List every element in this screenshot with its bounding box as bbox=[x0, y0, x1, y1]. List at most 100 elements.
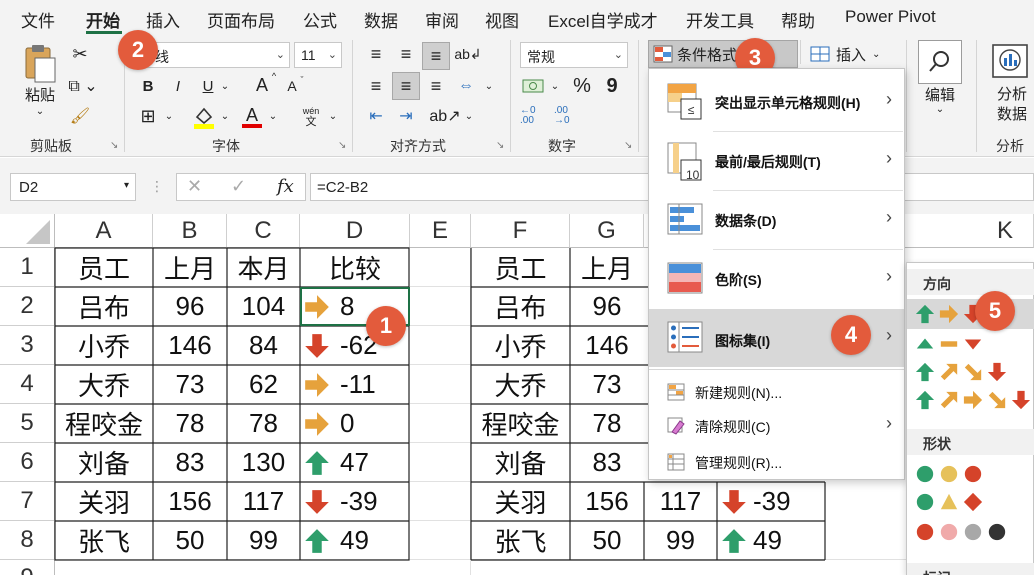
comma-button[interactable]: 9 bbox=[602, 72, 622, 100]
table-cell[interactable]: 49 bbox=[300, 521, 410, 560]
icon-set-4-arrows[interactable] bbox=[915, 359, 1007, 385]
borders-dropdown-icon[interactable]: ⌄ bbox=[162, 104, 176, 128]
underline-dropdown-icon[interactable]: ⌄ bbox=[218, 74, 232, 98]
font-name-combo[interactable]: 线 ⌄ bbox=[136, 42, 290, 68]
table-cell[interactable]: 73 bbox=[153, 365, 227, 404]
font-color-dropdown-icon[interactable]: ⌄ bbox=[266, 104, 280, 128]
drag-handle-icon[interactable]: ⋮ bbox=[150, 178, 164, 195]
align-left-icon[interactable]: ≡ bbox=[364, 74, 388, 98]
table-cell[interactable]: -39 bbox=[300, 482, 410, 521]
table-cell[interactable]: 吕布 bbox=[471, 287, 570, 326]
table-cell[interactable]: 50 bbox=[570, 521, 644, 560]
table-cell[interactable]: 146 bbox=[153, 326, 227, 365]
borders-icon[interactable]: ⊞ bbox=[136, 104, 160, 128]
menu-item-data-bars[interactable]: 数据条(D) › bbox=[649, 191, 904, 249]
edit-button[interactable]: 编辑 bbox=[918, 84, 962, 104]
copy-icon[interactable]: ⧉ ⌄ bbox=[68, 74, 98, 98]
table-cell[interactable]: 小乔 bbox=[55, 326, 153, 365]
table-cell[interactable]: 78 bbox=[227, 404, 300, 443]
tab-file[interactable]: 文件 bbox=[21, 7, 55, 32]
table-cell[interactable]: 99 bbox=[644, 521, 717, 560]
align-bottom-icon[interactable]: ≡ bbox=[422, 42, 450, 70]
table-cell[interactable]: 156 bbox=[153, 482, 227, 521]
table-cell[interactable]: 刘备 bbox=[55, 443, 153, 482]
tab-power-pivot[interactable]: Power Pivot bbox=[845, 7, 936, 27]
table-cell[interactable]: 程咬金 bbox=[471, 404, 570, 443]
font-color-icon[interactable]: A bbox=[240, 104, 264, 130]
tab-help[interactable]: 帮助 bbox=[781, 7, 815, 32]
search-icon[interactable] bbox=[918, 40, 962, 84]
font-launcher-icon[interactable]: ↘ bbox=[338, 140, 346, 151]
fill-color-icon[interactable] bbox=[192, 104, 216, 130]
icon-set-3-signs[interactable] bbox=[915, 489, 983, 515]
format-painter-icon[interactable]: 🖌 bbox=[68, 104, 92, 128]
table-cell[interactable]: 78 bbox=[153, 404, 227, 443]
table-cell[interactable]: 156 bbox=[570, 482, 644, 521]
alignment-launcher-icon[interactable]: ↘ bbox=[496, 140, 504, 151]
decrease-indent-icon[interactable]: ⇤ bbox=[364, 104, 388, 128]
font-size-combo[interactable]: 11 ⌄ bbox=[294, 42, 342, 68]
table-cell[interactable]: 47 bbox=[300, 443, 410, 482]
percent-button[interactable]: % bbox=[570, 72, 594, 100]
table-cell[interactable]: 49 bbox=[717, 521, 825, 560]
orientation-icon[interactable]: ab↗ bbox=[429, 104, 460, 128]
tab-page-layout[interactable]: 页面布局 bbox=[207, 7, 275, 32]
tab-view[interactable]: 视图 bbox=[485, 7, 519, 32]
italic-button[interactable]: I bbox=[168, 74, 188, 98]
currency-dropdown-icon[interactable]: ⌄ bbox=[548, 74, 562, 98]
analyze-data-icon[interactable] bbox=[988, 40, 1032, 84]
underline-button[interactable]: U bbox=[198, 74, 218, 98]
paste-dropdown-icon[interactable]: ⌄ bbox=[32, 104, 48, 118]
number-format-combo[interactable]: 常规 ⌄ bbox=[520, 42, 628, 68]
menu-item-top-bottom-rules[interactable]: 10 最前/最后规则(T) › bbox=[649, 132, 904, 190]
table-cell[interactable]: 117 bbox=[227, 482, 300, 521]
table-cell[interactable]: 小乔 bbox=[471, 326, 570, 365]
paste-icon[interactable] bbox=[20, 44, 60, 84]
cell-a1[interactable]: 员工 bbox=[55, 248, 153, 287]
increase-indent-icon[interactable]: ⇥ bbox=[394, 104, 418, 128]
table-cell[interactable]: 73 bbox=[570, 365, 644, 404]
cell-c1[interactable]: 本月 bbox=[227, 248, 300, 287]
insert-function-button[interactable]: fx bbox=[277, 176, 294, 197]
name-box[interactable]: D2 ▾ bbox=[10, 173, 136, 201]
table-cell[interactable]: 吕布 bbox=[55, 287, 153, 326]
table-cell[interactable]: 99 bbox=[227, 521, 300, 560]
table-cell[interactable]: 84 bbox=[227, 326, 300, 365]
table-cell[interactable]: 78 bbox=[570, 404, 644, 443]
cell-g1[interactable]: 上月 bbox=[570, 248, 644, 287]
merge-dropdown-icon[interactable]: ⌄ bbox=[482, 74, 496, 98]
paste-label[interactable]: 粘贴 bbox=[22, 84, 58, 104]
table-cell[interactable]: 50 bbox=[153, 521, 227, 560]
grow-font-button[interactable]: A bbox=[252, 72, 272, 98]
table-cell[interactable]: 83 bbox=[153, 443, 227, 482]
table-cell[interactable]: 0 bbox=[300, 404, 410, 443]
wrap-text-icon[interactable]: ab↲ bbox=[454, 42, 481, 66]
icon-set-3-arrows[interactable] bbox=[915, 301, 983, 327]
enter-icon[interactable]: ✓ bbox=[231, 176, 246, 197]
menu-item-new-rule[interactable]: 新建规则(N)... bbox=[649, 375, 904, 409]
icon-set-4-traffic-lights[interactable] bbox=[915, 519, 1007, 545]
table-cell[interactable]: 83 bbox=[570, 443, 644, 482]
icon-set-5-arrows[interactable] bbox=[915, 387, 1031, 413]
table-cell[interactable]: 96 bbox=[153, 287, 227, 326]
menu-item-clear-rules[interactable]: 清除规则(C) › bbox=[649, 409, 904, 443]
table-cell[interactable]: 62 bbox=[227, 365, 300, 404]
increase-decimal-button[interactable]: ←0 .00 bbox=[520, 104, 550, 128]
cell-d1[interactable]: 比较 bbox=[300, 248, 410, 287]
orientation-dropdown-icon[interactable]: ⌄ bbox=[462, 104, 476, 128]
align-top-icon[interactable]: ≡ bbox=[364, 42, 388, 66]
table-cell[interactable]: -39 bbox=[717, 482, 825, 521]
merge-center-icon[interactable]: ⇔ bbox=[454, 74, 478, 98]
menu-item-highlight-rules[interactable]: ≤ 突出显示单元格规则(H) › bbox=[649, 73, 904, 131]
table-cell[interactable]: 张飞 bbox=[55, 521, 153, 560]
table-cell[interactable]: 130 bbox=[227, 443, 300, 482]
phonetic-icon[interactable]: wén 文 bbox=[296, 102, 326, 132]
table-cell[interactable]: 张飞 bbox=[471, 521, 570, 560]
tab-insert[interactable]: 插入 bbox=[146, 7, 180, 32]
table-cell[interactable]: 大乔 bbox=[471, 365, 570, 404]
conditional-formatting-button[interactable]: 条件格式 ⌄ bbox=[648, 40, 798, 68]
tab-formulas[interactable]: 公式 bbox=[303, 7, 337, 32]
table-cell[interactable]: 程咬金 bbox=[55, 404, 153, 443]
tab-excel-self-study[interactable]: Excel自学成才 bbox=[548, 7, 658, 32]
menu-item-manage-rules[interactable]: 管理规则(R)... bbox=[649, 445, 904, 479]
